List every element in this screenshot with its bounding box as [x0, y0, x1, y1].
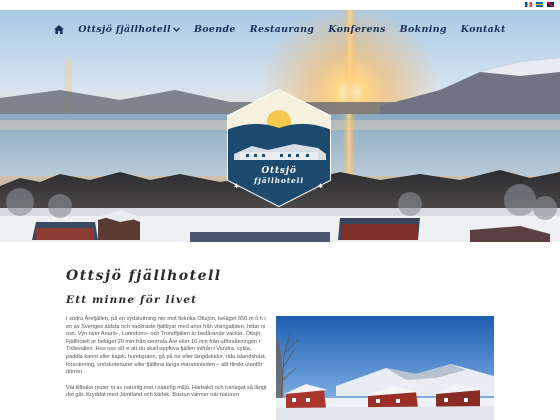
flag-sv-icon[interactable] — [536, 2, 543, 7]
hotel-logo[interactable]: ✱ ✱ Ottsjö fjällhotell — [222, 88, 336, 208]
page-title: Ottsjö fjällhotell — [66, 268, 222, 284]
nav-item-konferens[interactable]: Konferens — [328, 24, 385, 35]
logo-line-1: Ottsjö — [261, 166, 297, 176]
nav-label: Ottsjö fjällhotell — [78, 24, 171, 35]
home-icon — [54, 25, 65, 34]
chevron-down-icon — [172, 27, 180, 32]
flag-fr-icon[interactable] — [525, 2, 532, 7]
intro-paragraph-2: Väl tillbaka ryuter ni av naturlig mat i… — [66, 384, 267, 399]
flag-en-icon[interactable] — [547, 2, 554, 7]
main-content: Ottsjö fjällhotell Ett minne för livet I… — [0, 242, 560, 420]
main-navigation: Ottsjö fjällhotell Boende Restaurang Kon… — [0, 24, 560, 35]
logo-line-2: fjällhotell — [254, 176, 304, 185]
nav-item-restaurang[interactable]: Restaurang — [250, 24, 314, 35]
language-flags — [525, 2, 554, 7]
winter-village-photo — [276, 316, 494, 420]
logo-badge-icon: ✱ ✱ — [227, 88, 331, 208]
page-subtitle: Ett minne för livet — [66, 294, 198, 306]
logo-text: Ottsjö fjällhotell — [242, 166, 316, 186]
intro-text: I södra Årefjällen, på en sydsluttning n… — [66, 316, 269, 408]
svg-text:✱: ✱ — [234, 183, 239, 190]
nav-item-boende[interactable]: Boende — [194, 24, 236, 35]
language-bar — [0, 0, 560, 10]
nav-item-bokning[interactable]: Bokning — [400, 24, 447, 35]
village-image — [276, 316, 494, 420]
nav-item-kontakt[interactable]: Kontakt — [461, 24, 506, 35]
nav-home[interactable] — [54, 25, 65, 34]
hero-banner: ✱ ✱ Ottsjö fjällhotell — [0, 10, 560, 242]
intro-paragraph-1: I södra Årefjällen, på en sydsluttning n… — [66, 316, 267, 376]
nav-item-ottsjo-fjallhotell[interactable]: Ottsjö fjällhotell — [78, 24, 180, 35]
svg-text:✱: ✱ — [318, 183, 323, 190]
